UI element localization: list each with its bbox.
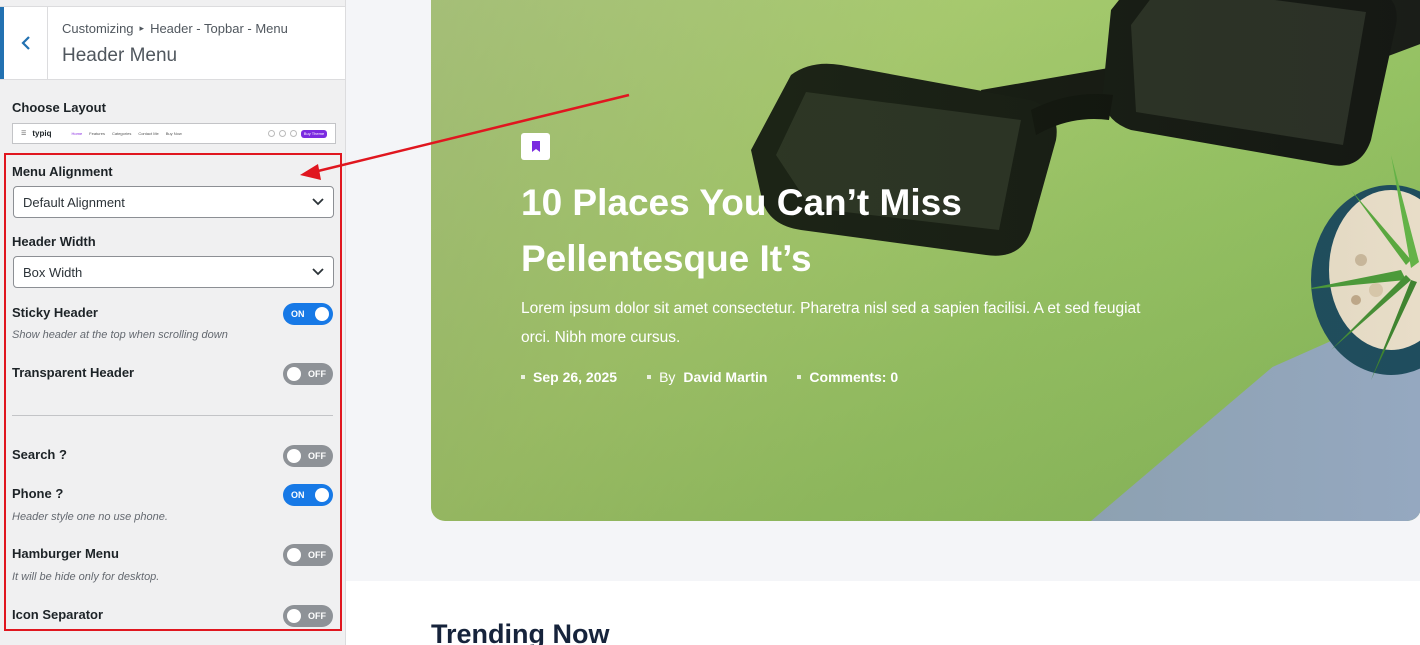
toggle-state: OFF [308,369,326,379]
bullet-icon [797,375,802,379]
sticky-header-description: Show header at the top when scrolling do… [12,329,228,341]
meta-comments-text: Comments: 0 [809,369,899,385]
layout-preview-menu-item: Home [71,131,83,136]
phone-label: Phone ? [12,486,64,501]
breadcrumb-root: Customizing [62,21,134,36]
hero-post-card[interactable]: 10 Places You Can’t Miss Pellentesque It… [431,0,1420,521]
back-button[interactable] [0,7,48,79]
meta-author[interactable]: By David Martin [647,369,767,385]
toggle-state: ON [291,309,305,319]
search-label: Search ? [12,447,67,462]
transparent-header-toggle[interactable]: OFF [283,363,333,385]
layout-preview-menu-item: Features [89,131,105,136]
transparent-header-label: Transparent Header [12,365,135,380]
divider [12,415,333,416]
breadcrumb: Customizing ▸ Header - Topbar - Menu [62,21,288,36]
bookmark-icon [531,141,540,152]
customizer-controls: Choose Layout ☰ typiq Home Features Cate… [0,80,345,645]
layout-preview-actions: Buy Theme [268,129,327,138]
toggle-state: ON [291,490,305,500]
customizer-section-header: Customizing ▸ Header - Topbar - Menu Hea… [0,6,345,80]
toggle-state: OFF [308,611,326,621]
toggle-state: OFF [308,550,326,560]
header-width-label: Header Width [12,234,96,249]
hamburger-menu-label: Hamburger Menu [12,546,119,561]
trending-section: Trending Now [346,581,1420,645]
icon-separator-toggle[interactable]: OFF [283,605,333,627]
menu-alignment-value: Default Alignment [23,194,125,210]
choose-layout-label: Choose Layout [12,100,106,115]
hamburger-menu-description: It will be hide only for desktop. [12,571,160,583]
header-width-value: Box Width [23,264,83,280]
sticky-header-toggle[interactable]: ON [283,303,333,325]
layout-preview-option[interactable]: ☰ typiq Home Features Categories Contact… [12,123,336,144]
breadcrumb-separator-icon: ▸ [139,23,145,33]
hero-title-line: Pellentesque It’s [521,238,812,279]
hero-excerpt: Lorem ipsum dolor sit amet consectetur. … [521,300,1141,346]
meta-author-name[interactable]: David Martin [683,369,767,385]
menu-alignment-select[interactable]: Default Alignment [13,186,334,218]
hero-title[interactable]: 10 Places You Can’t Miss Pellentesque It… [521,175,1041,287]
meta-by-label: By [659,369,676,385]
chevron-left-icon [20,36,30,50]
layout-preview-menu-icon: ☰ [21,131,27,137]
layout-preview-menu-item: Buy Now [165,131,182,136]
header-width-select[interactable]: Box Width [13,256,334,288]
layout-preview-button: Buy Theme [301,129,327,138]
trending-heading: Trending Now [431,619,610,645]
bullet-icon [521,375,525,379]
bullet-icon [647,375,652,379]
layout-preview-user-icon [279,130,286,137]
layout-preview-menu: Home Features Categories Contact Me Buy … [72,131,182,136]
chevron-down-icon [312,198,324,206]
meta-date: Sep 26, 2025 [521,369,617,385]
layout-preview-search-icon [268,130,275,137]
phone-toggle[interactable]: ON [283,484,333,506]
chevron-down-icon [312,268,324,276]
phone-description: Header style one no use phone. [12,511,168,523]
layout-preview-cart-icon [290,130,297,137]
toggle-state: OFF [308,451,326,461]
layout-preview-menu-item: Contact Me [138,131,159,136]
bookmark-badge[interactable] [521,133,550,160]
hero-title-line: 10 Places You Can’t Miss [521,182,962,223]
sticky-header-label: Sticky Header [12,305,98,320]
breadcrumb-path: Header - Topbar - Menu [150,21,288,36]
meta-comments[interactable]: Comments: 0 [797,369,898,385]
hero-meta: Sep 26, 2025 By David Martin Comments: 0 [521,369,898,385]
customizer-sidebar: Customizing ▸ Header - Topbar - Menu Hea… [0,0,346,645]
search-toggle[interactable]: OFF [283,445,333,467]
section-title: Header Menu [62,45,178,66]
meta-date-text: Sep 26, 2025 [533,369,618,385]
menu-alignment-label: Menu Alignment [12,164,113,179]
icon-separator-label: Icon Separator [12,607,104,622]
hamburger-menu-toggle[interactable]: OFF [283,544,333,566]
layout-preview-logo: typiq [32,129,52,138]
layout-preview-menu-item: Categories [111,131,132,136]
